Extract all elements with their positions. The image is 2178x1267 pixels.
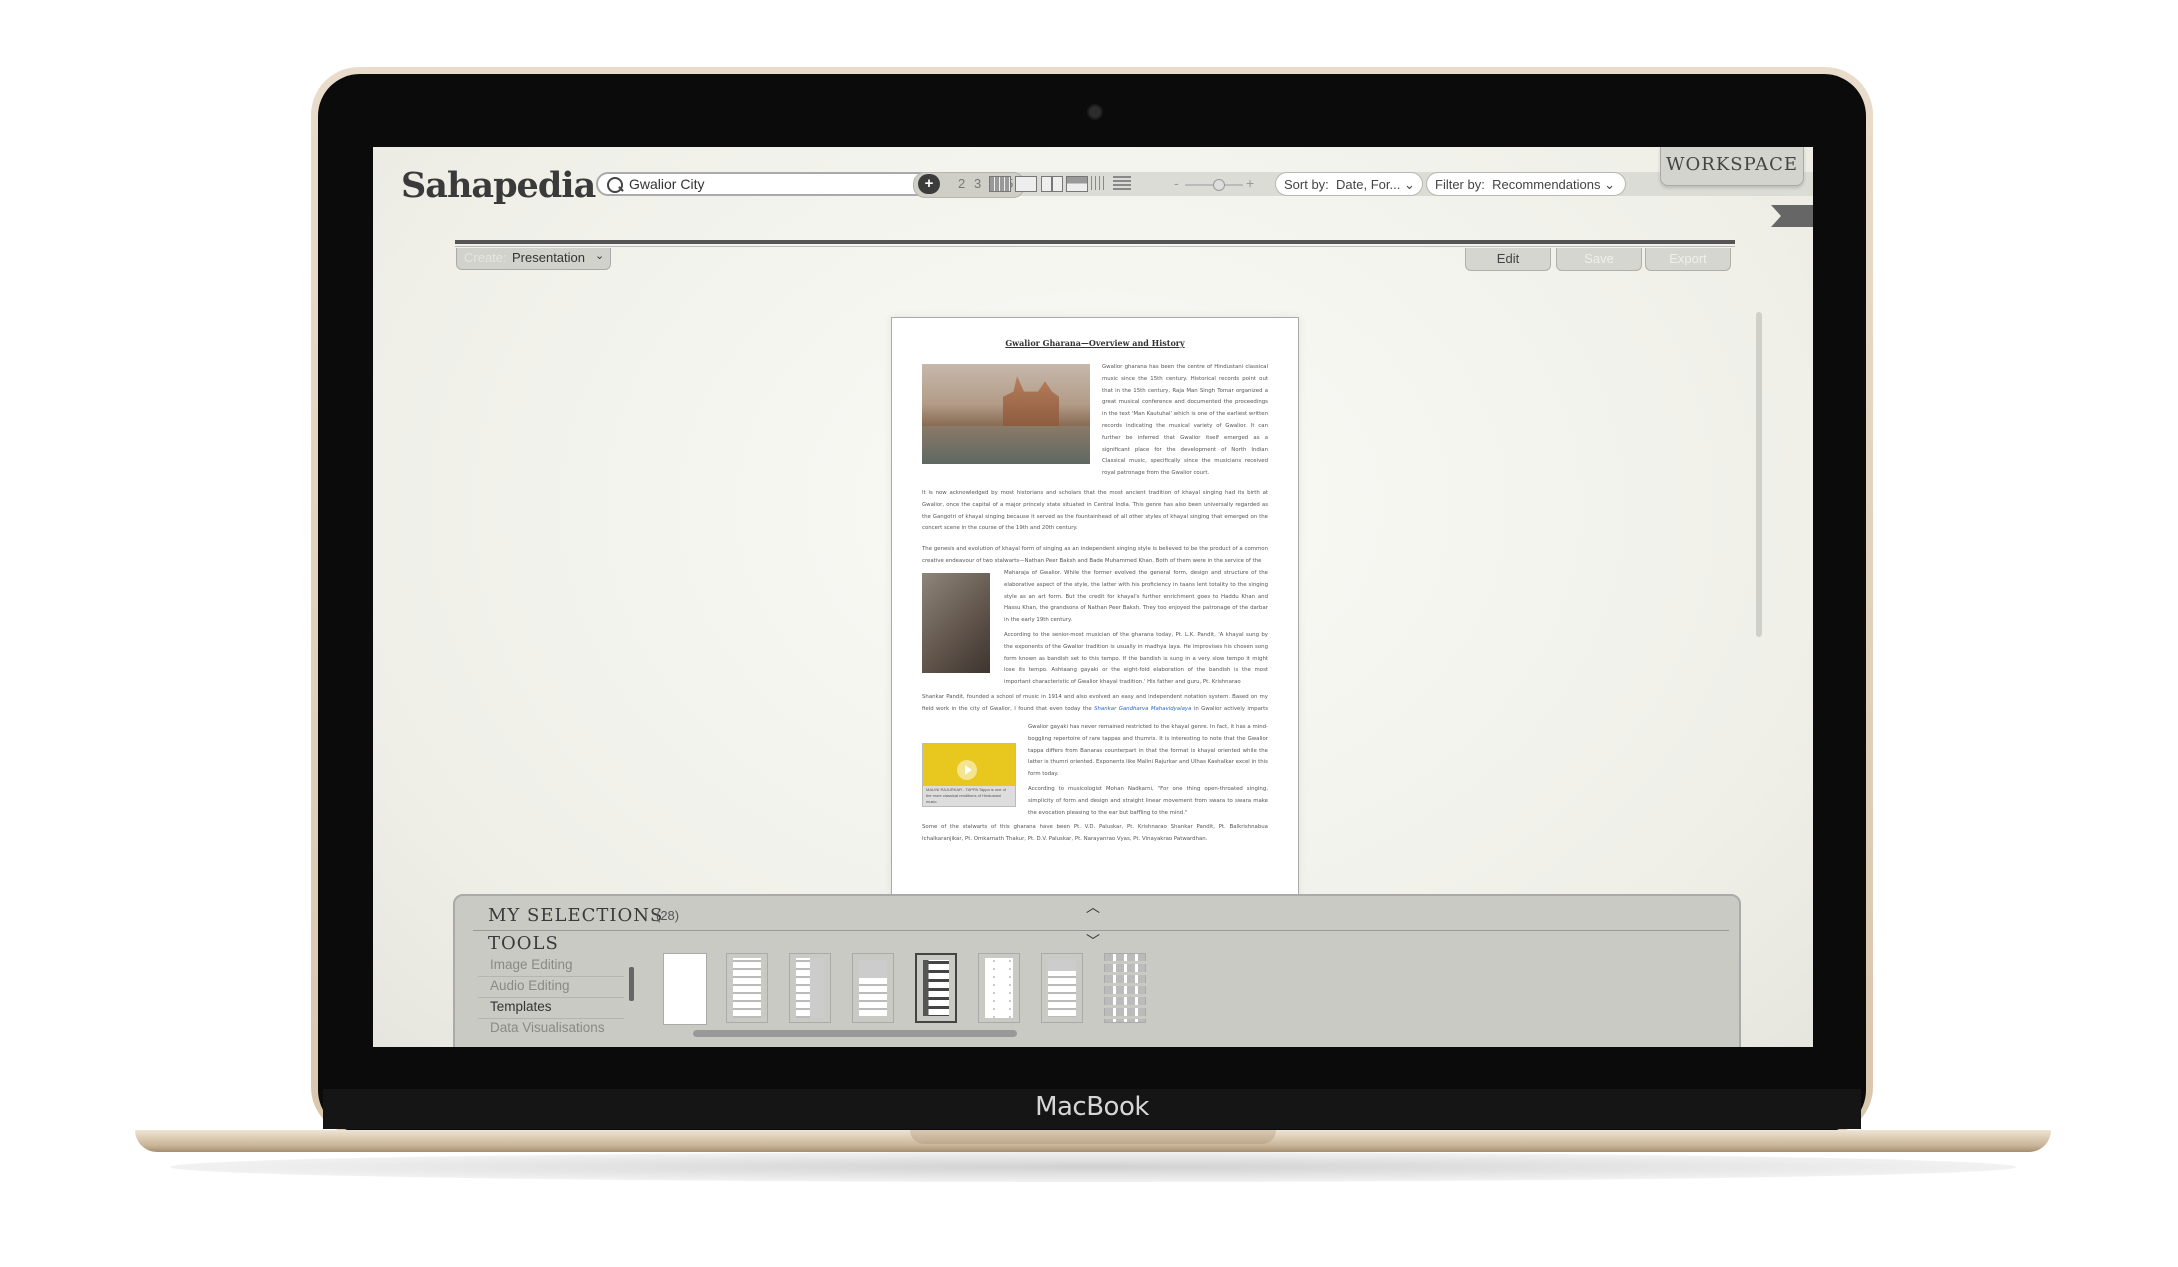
zoom-in-button[interactable]: +: [1246, 175, 1254, 191]
selection-count: (28): [656, 908, 680, 923]
paragraph: Gwalior gayaki has never remained restri…: [1028, 724, 1268, 778]
laptop-notch: [910, 1130, 1276, 1144]
musicians-image[interactable]: [922, 573, 990, 673]
page-tab-2[interactable]: 2: [958, 176, 965, 191]
export-button[interactable]: Export: [1645, 248, 1731, 271]
create-label: Create:: [464, 250, 507, 265]
save-button[interactable]: Save: [1556, 248, 1642, 271]
divider: [478, 1018, 624, 1019]
chevron-up-icon[interactable]: ︿: [1086, 897, 1100, 917]
tools-header[interactable]: TOOLS: [488, 933, 559, 954]
paragraph: According to musicologist Mohan Nadkarni…: [1028, 786, 1268, 816]
zoom-slider-handle[interactable]: [1213, 179, 1225, 191]
divider: [473, 930, 1729, 931]
fort-shape: [1003, 376, 1059, 428]
scrollbar[interactable]: [1756, 312, 1762, 637]
create-value: Presentation: [512, 250, 585, 265]
logo[interactable]: Sahapedia: [401, 165, 596, 206]
list-view-icon[interactable]: [1113, 176, 1131, 190]
single-view-icon[interactable]: [1015, 176, 1037, 192]
zoom-out-button[interactable]: -: [1174, 175, 1179, 191]
column-view-icon[interactable]: [1091, 176, 1105, 190]
fort-image[interactable]: [922, 364, 1090, 464]
search-value: Gwalior City: [629, 176, 705, 192]
text-template[interactable]: [726, 953, 768, 1023]
tool-image-editing[interactable]: Image Editing: [490, 957, 573, 972]
water-shape: [922, 426, 1090, 464]
play-triangle: [965, 765, 972, 775]
my-selections-header[interactable]: MY SELECTIONS: [488, 905, 663, 926]
filter-dropdown[interactable]: Filter by: Recommendations ⌄: [1426, 172, 1626, 196]
split-view-icon[interactable]: [1066, 176, 1088, 192]
laptop-shadow: [170, 1152, 2016, 1182]
sort-value: Date, For...: [1336, 177, 1401, 192]
filter-label: Filter by:: [1435, 177, 1485, 192]
camera: [1087, 104, 1103, 120]
header-text-template[interactable]: [1041, 953, 1083, 1023]
paragraph: Some of the stalwarts of this gharana ha…: [922, 824, 1268, 842]
tool-audio-editing[interactable]: Audio Editing: [490, 978, 570, 993]
blank-template[interactable]: [663, 953, 707, 1025]
two-column-template[interactable]: [978, 953, 1020, 1023]
paragraph: Shankar Pandit, founded a school of musi…: [922, 692, 1268, 716]
chevron-down-icon: ⌄: [1604, 177, 1615, 192]
sidebar-template[interactable]: [915, 953, 957, 1023]
video-caption: MALINI RAJURKAR - TAPPA Tappa is one of …: [923, 786, 1015, 806]
screen: Sahapedia Gwalior City ⌄ + 2 3 4 5 - + S…: [373, 147, 1813, 1047]
image-grid-template[interactable]: [852, 953, 894, 1023]
bookmark-ribbon-icon[interactable]: [1771, 205, 1813, 227]
chevron-down-icon[interactable]: ﹀: [1086, 931, 1100, 951]
sort-label: Sort by:: [1284, 177, 1329, 192]
tools-scrollbar[interactable]: [629, 967, 634, 1001]
edit-button[interactable]: Edit: [1465, 248, 1551, 271]
chevron-down-icon: ⌄: [595, 250, 605, 262]
paragraph: The genesis and evolution of khayal form…: [922, 546, 1268, 564]
double-view-icon[interactable]: [1041, 176, 1063, 192]
tool-templates[interactable]: Templates: [490, 999, 552, 1014]
chevron-down-icon: ⌄: [1403, 177, 1415, 192]
grid-template[interactable]: [1104, 953, 1146, 1023]
divider: [478, 976, 624, 977]
filter-value: Recommendations: [1492, 177, 1601, 192]
document-title: Gwalior Gharana—Overview and History: [1005, 338, 1185, 348]
templates-scrollbar[interactable]: [693, 1030, 1017, 1037]
divider: [478, 997, 624, 998]
add-page-button[interactable]: +: [918, 174, 940, 194]
document-page[interactable]: Gwalior Gharana—Overview and History Gwa…: [891, 317, 1299, 939]
school-link[interactable]: Shankar Gandharva Mahavidyalaya: [1094, 706, 1191, 712]
divider: [455, 246, 1735, 247]
text-image-template[interactable]: [789, 953, 831, 1023]
paragraph: Maharaja of Gwalior. While the former ev…: [1004, 570, 1268, 624]
laptop-brand: MacBook: [1035, 1092, 1149, 1122]
tool-data-visualisations[interactable]: Data Visualisations: [490, 1020, 605, 1035]
paragraph: According to the senior-most musician of…: [1004, 632, 1268, 686]
video-thumbnail[interactable]: MALINI RAJURKAR - TAPPA Tappa is one of …: [922, 743, 1016, 807]
divider: [455, 240, 1735, 244]
sort-dropdown[interactable]: Sort by: Date, For... ⌄: [1275, 172, 1423, 196]
page-tab-3[interactable]: 3: [974, 176, 981, 191]
grid-view-icon[interactable]: [989, 176, 1011, 192]
paragraph: Gwalior gharana has been the centre of H…: [1102, 364, 1268, 477]
paragraph: It is now acknowledged by most historian…: [922, 490, 1268, 532]
workspace-tab[interactable]: WORKSPACE: [1660, 147, 1804, 186]
